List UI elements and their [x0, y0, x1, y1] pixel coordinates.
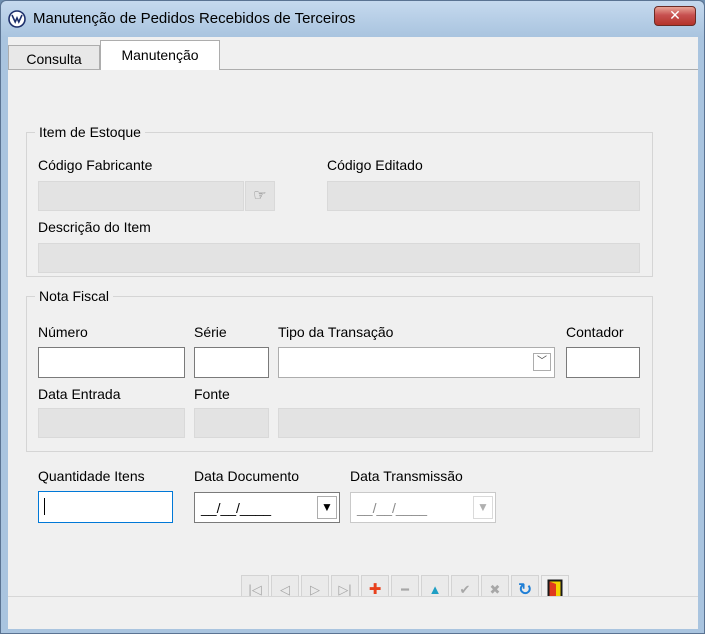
- app-window: Manutenção de Pedidos Recebidos de Terce…: [0, 0, 705, 634]
- next-icon: ▷: [310, 582, 320, 597]
- previous-icon: ◁: [280, 582, 290, 597]
- tab-consulta[interactable]: Consulta: [8, 45, 100, 69]
- chevron-down-icon[interactable]: ﹀: [533, 353, 551, 371]
- triangle-up-icon: ▲: [428, 582, 442, 597]
- dropdown-arrow-icon: ▼: [473, 496, 493, 519]
- descricao-item-label: Descrição do Item: [38, 219, 151, 235]
- serie-input[interactable]: [194, 347, 269, 378]
- group-title: Nota Fiscal: [35, 288, 114, 304]
- minus-icon: ━: [401, 582, 409, 597]
- data-entrada-field: [38, 408, 185, 438]
- tipo-transacao-label: Tipo da Transação: [278, 324, 394, 340]
- contador-label: Contador: [566, 324, 624, 340]
- data-transmissao-value: __/__/____: [357, 500, 428, 516]
- fonte-label: Fonte: [194, 386, 230, 402]
- last-record-icon: ▷|: [338, 582, 352, 597]
- data-transmissao-label: Data Transmissão: [350, 468, 463, 484]
- codigo-fabricante-label: Código Fabricante: [38, 157, 153, 173]
- codigo-editado-field: [327, 181, 640, 211]
- data-documento-label: Data Documento: [194, 468, 300, 484]
- descricao-item-field: [38, 243, 640, 273]
- quantidade-itens-label: Quantidade Itens: [38, 468, 145, 484]
- quantidade-itens-input[interactable]: [38, 491, 173, 523]
- data-documento-value: __/__/____: [201, 500, 272, 516]
- status-bar: [8, 596, 698, 629]
- close-button[interactable]: ✕: [654, 6, 696, 26]
- data-entrada-label: Data Entrada: [38, 386, 121, 402]
- fonte-field: [194, 408, 269, 438]
- dropdown-arrow-icon[interactable]: ▼: [317, 496, 337, 519]
- client-area: Consulta Manutenção Item de Estoque Códi…: [8, 37, 698, 629]
- codigo-lookup-button: ☞: [245, 181, 275, 211]
- data-documento-picker[interactable]: __/__/____ ▼: [194, 492, 340, 523]
- numero-input[interactable]: [38, 347, 185, 378]
- contador-input[interactable]: [566, 347, 640, 378]
- data-transmissao-picker: __/__/____ ▼: [350, 492, 496, 523]
- serie-label: Série: [194, 324, 227, 340]
- fonte-descricao-field: [278, 408, 640, 438]
- window-title: Manutenção de Pedidos Recebidos de Terce…: [33, 10, 356, 27]
- tab-strip: Consulta Manutenção: [8, 37, 698, 70]
- group-title: Item de Estoque: [35, 124, 145, 140]
- title-bar[interactable]: Manutenção de Pedidos Recebidos de Terce…: [1, 1, 704, 37]
- checkmark-icon: ✔: [459, 582, 471, 597]
- tipo-transacao-select[interactable]: ﹀: [278, 347, 555, 378]
- text-caret: [44, 498, 45, 515]
- pointing-hand-icon: ☞: [253, 187, 267, 204]
- tab-panel-manutencao: Item de Estoque Código Fabricante ☞ Códi…: [8, 69, 698, 605]
- first-record-icon: |◁: [248, 582, 262, 597]
- codigo-editado-label: Código Editado: [327, 157, 423, 173]
- app-logo-icon: [8, 10, 26, 28]
- codigo-fabricante-field: [38, 181, 244, 211]
- cancel-x-icon: ✖: [489, 582, 501, 597]
- tab-manutencao[interactable]: Manutenção: [100, 40, 220, 70]
- numero-label: Número: [38, 324, 88, 340]
- close-icon: ✕: [669, 7, 681, 23]
